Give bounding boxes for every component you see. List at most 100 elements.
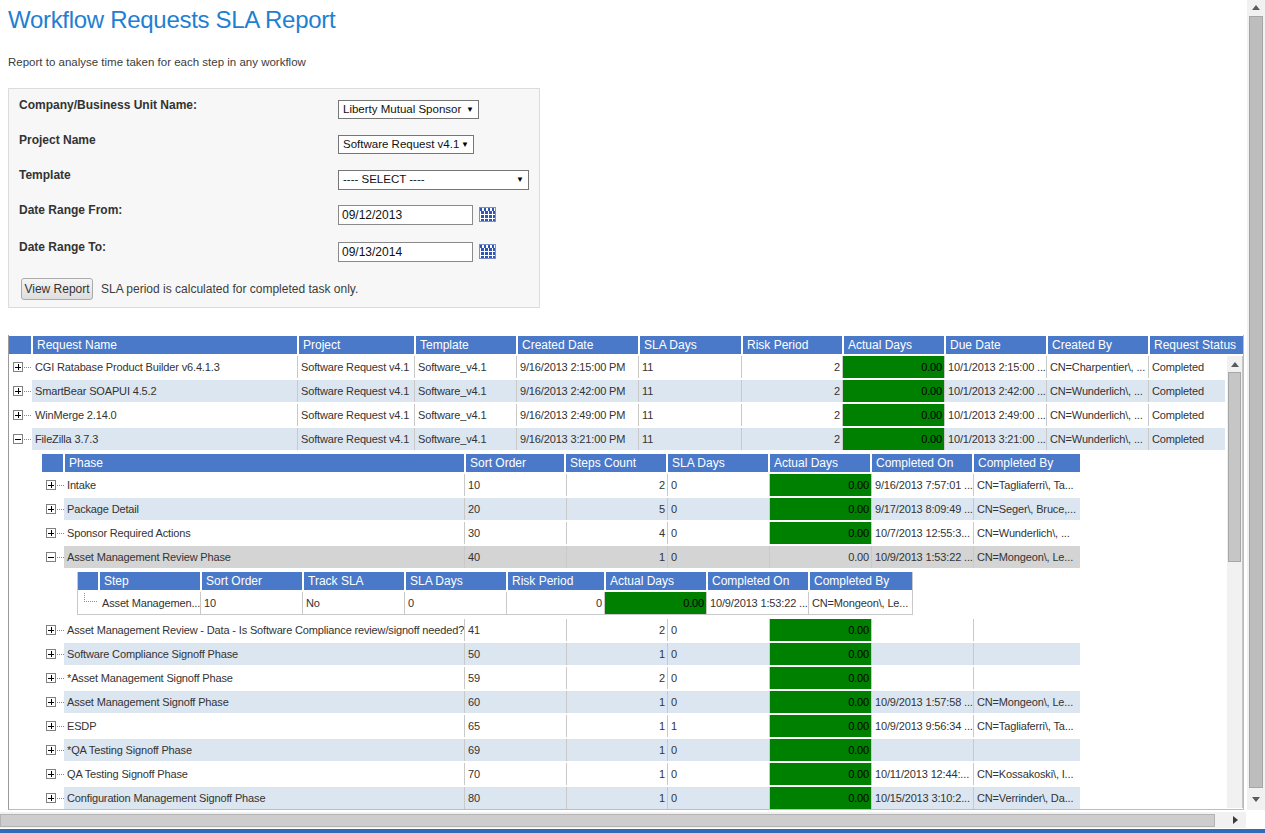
cell-phase: Configuration Management Signoff Phase	[64, 787, 464, 809]
cell-sort-order: 69	[464, 739, 566, 761]
cell-completed-by: CN=Mongeon\, Le...	[808, 592, 912, 614]
cell-completed-on: 9/17/2013 8:09:49 ...	[871, 498, 973, 520]
cell-actual-days: 0.00	[769, 667, 871, 689]
expand-icon[interactable]	[13, 410, 23, 420]
phase-row: *QA Testing Signoff Phase69100.00	[42, 739, 1080, 761]
cell-completed-on	[871, 739, 973, 761]
expand-icon[interactable]	[46, 769, 56, 779]
company-dropdown[interactable]: Liberty Mutual Sponsor ▼	[338, 100, 479, 119]
scroll-up-icon[interactable]	[1252, 5, 1260, 10]
request-row: SmartBear SOAPUI 4.5.2Software Request v…	[9, 380, 1225, 402]
expand-icon[interactable]	[46, 721, 56, 731]
scroll-right-icon[interactable]	[1233, 816, 1238, 824]
expand-icon[interactable]	[46, 625, 56, 635]
expand-icon[interactable]	[46, 649, 56, 659]
toggle-cell	[9, 404, 32, 426]
cell-template: Software_v4.1	[414, 428, 516, 450]
cell-steps-count: 1	[566, 546, 667, 568]
toggle-cell	[42, 474, 64, 496]
cell-phase: Intake	[64, 474, 464, 496]
calendar-icon[interactable]	[479, 244, 496, 259]
cell-sla-days: 0	[667, 474, 769, 496]
cell-sort-order: 20	[464, 498, 566, 520]
expand-icon[interactable]	[46, 480, 56, 490]
cell-request-name: FileZilla 3.7.3	[32, 428, 297, 450]
cell-sla-days: 0	[404, 592, 506, 614]
date-to-value: 09/13/2014	[342, 243, 402, 261]
date-from-value: 09/12/2013	[342, 206, 402, 224]
calendar-icon[interactable]	[479, 207, 496, 222]
cell-completed-by: CN=Seger\, Bruce,...	[973, 498, 1080, 520]
cell-actual-days: 0.00	[769, 715, 871, 737]
page-vertical-scrollbar[interactable]	[1247, 0, 1265, 810]
cell-sort-order: 60	[464, 691, 566, 713]
collapse-icon[interactable]	[46, 552, 56, 562]
cell-steps-count: 1	[566, 763, 667, 785]
cell-created-date: 9/16/2013 2:49:00 PM	[516, 404, 638, 426]
expand-icon[interactable]	[46, 504, 56, 514]
column-header-actual-days: Actual Days	[606, 572, 706, 590]
cell-sort-order: 59	[464, 667, 566, 689]
date-from-input[interactable]: 09/12/2013	[338, 205, 473, 225]
cell-phase: Sponsor Required Actions	[64, 522, 464, 544]
expand-icon[interactable]	[13, 386, 23, 396]
expand-icon[interactable]	[46, 745, 56, 755]
view-report-button[interactable]: View Report	[21, 278, 93, 300]
cell-phase: Software Compliance Signoff Phase	[64, 643, 464, 665]
cell-phase: *QA Testing Signoff Phase	[64, 739, 464, 761]
cell-actual-days: 0.00	[769, 787, 871, 809]
cell-steps-count: 1	[566, 691, 667, 713]
horizontal-scrollbar[interactable]	[0, 812, 1246, 828]
template-dropdown[interactable]: ---- SELECT ---- ▼	[338, 170, 529, 190]
cell-sla-days: 0	[667, 667, 769, 689]
toggle-cell	[42, 787, 64, 809]
toggle-cell	[42, 739, 64, 761]
cell-sla-days: 11	[638, 380, 741, 402]
collapse-icon[interactable]	[13, 434, 23, 444]
expand-icon[interactable]	[13, 362, 23, 372]
cell-steps-count: 2	[566, 619, 667, 641]
cell-created-by: CN=Wunderlich\, ...	[1046, 404, 1148, 426]
table-vertical-scrollbar-thumb[interactable]	[1228, 372, 1241, 562]
table-vertical-scrollbar[interactable]	[1227, 356, 1243, 808]
expand-icon[interactable]	[46, 673, 56, 683]
cell-completed-by: CN=Mongeon\, Le...	[973, 546, 1080, 568]
scroll-up-icon[interactable]	[1231, 362, 1239, 367]
cell-risk-period: 2	[741, 428, 842, 450]
cell-completed-by: CN=Verrinder\, Da...	[973, 787, 1080, 809]
column-header-created-date: Created Date	[518, 336, 638, 354]
expand-icon[interactable]	[46, 793, 56, 803]
column-header-template: Template	[416, 336, 516, 354]
cell-completed-on: 9/16/2013 7:57:01 ...	[871, 474, 973, 496]
toggle-cell	[42, 498, 64, 520]
cell-actual-days: 0.00	[842, 356, 944, 378]
column-header-completed-on: Completed On	[872, 454, 972, 472]
phase-row: Software Compliance Signoff Phase50100.0…	[42, 643, 1080, 665]
cell-sla-days: 0	[667, 739, 769, 761]
scroll-down-icon[interactable]	[1252, 797, 1260, 802]
date-to-input[interactable]: 09/13/2014	[338, 242, 473, 262]
cell-sla-days: 0	[667, 787, 769, 809]
expand-icon[interactable]	[46, 528, 56, 538]
column-header-sla-days: SLA Days	[640, 336, 741, 354]
sla-note: SLA period is calculated for completed t…	[101, 282, 358, 296]
cell-completed-on: 10/9/2013 1:57:58 ...	[871, 691, 973, 713]
request-row: FileZilla 3.7.3Software Request v4.1Soft…	[9, 428, 1225, 450]
horizontal-scrollbar-thumb[interactable]	[0, 814, 1215, 827]
project-dropdown[interactable]: Software Request v4.1 ▼	[338, 135, 474, 154]
request-row: CGI Ratabase Product Builder v6.4.1.3Sof…	[9, 356, 1225, 378]
column-header-phase: Phase	[65, 454, 464, 472]
cell-sla-days: 0	[667, 619, 769, 641]
toggle-cell	[42, 667, 64, 689]
toggle-cell	[78, 592, 99, 614]
column-header-completed-by: Completed By	[974, 454, 1080, 472]
column-header-created-by: Created By	[1048, 336, 1148, 354]
cell-project: Software Request v4.1	[297, 404, 414, 426]
expand-icon[interactable]	[46, 697, 56, 707]
cell-phase: *Asset Management Signoff Phase	[64, 667, 464, 689]
page-vertical-scrollbar-thumb[interactable]	[1249, 16, 1263, 788]
column-header-sla-days: SLA Days	[406, 572, 506, 590]
column-header-due-date: Due Date	[946, 336, 1046, 354]
cell-sla-days: 0	[667, 498, 769, 520]
column-header-sort-order: Sort Order	[202, 572, 302, 590]
